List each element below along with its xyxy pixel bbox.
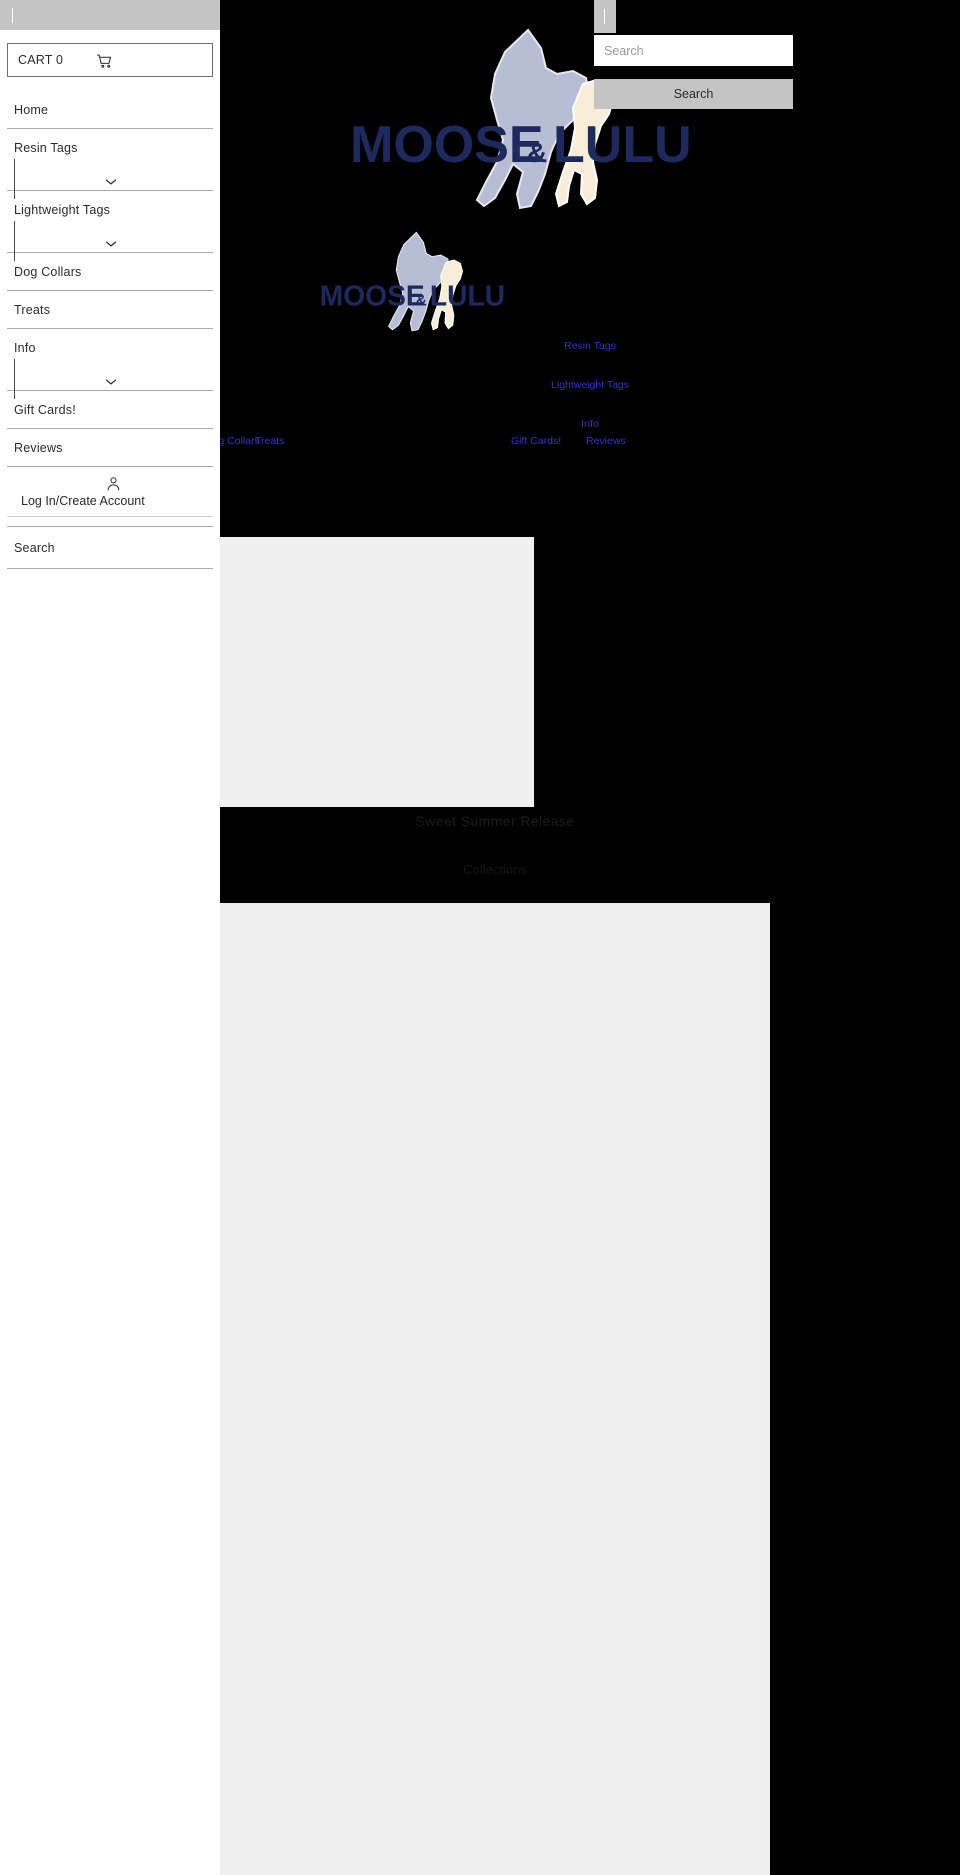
shopping-cart-icon: [96, 52, 114, 70]
nav-link-treats[interactable]: Treats: [255, 435, 284, 447]
sidebar-item-label: Resin Tags: [14, 141, 78, 155]
svg-text:MOOSE: MOOSE: [350, 116, 544, 174]
hero-subtitle: Collections: [463, 862, 527, 877]
header-nav-inline: Dog Collars Treats Gift Cards! Reviews: [205, 435, 960, 451]
sidebar-search-label: Search: [14, 541, 55, 555]
svg-text:LULU'S: LULU'S: [553, 116, 695, 174]
sidebar-item-dog-collars[interactable]: Dog Collars: [0, 253, 220, 291]
nav-link-gift-cards[interactable]: Gift Cards!: [511, 435, 561, 447]
search-submit-button[interactable]: Search: [594, 79, 793, 109]
svg-text:LULU'S: LULU'S: [430, 280, 507, 312]
sidebar-item-home[interactable]: Home: [0, 91, 220, 129]
nav-link-reviews[interactable]: Reviews: [586, 435, 626, 447]
svg-text:MOOSE: MOOSE: [320, 280, 425, 312]
chevron-down-icon[interactable]: [105, 173, 117, 185]
page-root: MOOSE & LULU'S MOOSE & LULU'S: [0, 0, 960, 1875]
sidebar-drawer: CART 0 Home Resin Tags Lightweight Tags …: [0, 0, 220, 1875]
sidebar-item-label: Dog Collars: [14, 265, 82, 279]
hero-title: Sweet Summer Release: [415, 813, 575, 829]
cart-button[interactable]: CART 0: [7, 43, 213, 77]
sidebar-item-label: Gift Cards!: [14, 403, 76, 417]
sidebar-item-lightweight-tags[interactable]: Lightweight Tags: [0, 191, 220, 261]
sidebar-item-label: Home: [14, 103, 49, 117]
chevron-down-icon[interactable]: [105, 373, 117, 385]
brand-logo-small[interactable]: MOOSE & LULU'S: [317, 228, 507, 333]
nav-link-info[interactable]: Info: [220, 418, 960, 430]
svg-text:&: &: [527, 137, 547, 168]
sidebar-item-info[interactable]: Info: [0, 329, 220, 399]
sidebar-item-resin-tags[interactable]: Resin Tags: [0, 129, 220, 199]
nav-link-lightweight-tags[interactable]: Lightweight Tags: [220, 379, 960, 391]
sidebar-nav: Home Resin Tags Lightweight Tags Dog Col…: [0, 91, 220, 569]
sidebar-item-label: Treats: [14, 303, 51, 317]
person-icon: [105, 475, 122, 492]
nav-link-resin-tags[interactable]: Resin Tags: [220, 340, 960, 352]
svg-text:&: &: [416, 292, 427, 309]
sidebar-item-search[interactable]: Search: [0, 526, 220, 569]
account-label: Log In/Create Account: [21, 494, 145, 508]
sidebar-item-label: Info: [14, 341, 36, 355]
sidebar-item-label: Lightweight Tags: [14, 203, 111, 217]
search-panel: Search: [594, 0, 934, 109]
drawer-toggle-bar[interactable]: [0, 0, 220, 30]
sidebar-item-gift-cards[interactable]: Gift Cards!: [0, 391, 220, 429]
sidebar-item-account[interactable]: Log In/Create Account: [0, 467, 220, 517]
hero-image-panel: [220, 537, 534, 807]
sidebar-item-label: Reviews: [14, 441, 63, 455]
search-input[interactable]: [594, 35, 793, 66]
main-content: MOOSE & LULU'S MOOSE & LULU'S: [205, 0, 960, 1875]
sidebar-item-reviews[interactable]: Reviews: [0, 429, 220, 467]
vertical-bar-icon: [604, 9, 605, 24]
chevron-down-icon[interactable]: [105, 235, 117, 247]
cart-label: CART 0: [18, 53, 64, 67]
search-panel-toggle[interactable]: [594, 0, 616, 33]
sidebar-item-treats[interactable]: Treats: [0, 291, 220, 329]
vertical-bar-icon: [12, 8, 13, 23]
collections-image-panel: [220, 903, 770, 1875]
